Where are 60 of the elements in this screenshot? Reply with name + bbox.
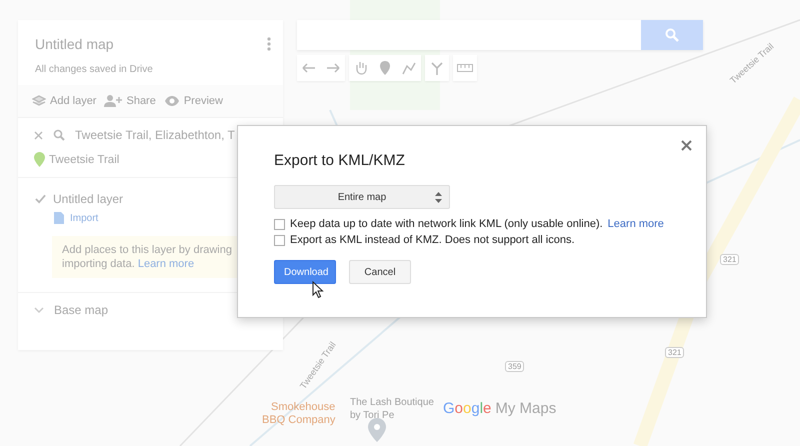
place-item[interactable]: Tweetsie Trail	[49, 154, 120, 166]
close-icon[interactable]	[34, 130, 43, 140]
search-icon	[53, 129, 65, 141]
hand-tool-button[interactable]	[349, 55, 373, 81]
redo-button[interactable]	[321, 55, 345, 81]
add-layer-button[interactable]: Add layer	[32, 95, 96, 107]
option-label: Export as KML instead of KMZ. Does not support all icons.	[290, 234, 575, 246]
search-icon	[665, 28, 679, 42]
layers-icon	[32, 95, 46, 107]
eye-icon	[164, 95, 180, 107]
place-label: Smokehouse	[271, 401, 336, 413]
ruler-icon	[457, 64, 473, 72]
add-person-icon	[104, 95, 122, 107]
draw-line-button[interactable]	[397, 55, 421, 81]
place-label: by Tori Pe	[350, 410, 394, 421]
dialog-title: Export to KML/KMZ	[274, 152, 405, 169]
save-status: All changes saved in Drive	[35, 64, 154, 75]
arrow-right-icon	[326, 63, 340, 73]
arrow-left-icon	[302, 63, 316, 73]
learn-more-link[interactable]: Learn more	[608, 218, 664, 230]
hint-text: Add places to this layer by drawing	[62, 244, 233, 256]
directions-button[interactable]	[425, 55, 449, 81]
sort-arrows-icon	[435, 192, 442, 203]
layer-name[interactable]: Untitled layer	[53, 192, 124, 206]
line-icon	[402, 61, 416, 75]
file-icon	[54, 212, 64, 224]
place-label: BBQ Company	[262, 414, 336, 426]
expand-icon[interactable]	[34, 305, 44, 315]
hint-text: importing data.	[62, 258, 135, 270]
search-field[interactable]	[297, 20, 641, 50]
hand-icon	[355, 61, 367, 75]
learn-more-link[interactable]: Learn more	[138, 258, 194, 270]
google-logo: Google	[443, 400, 492, 417]
ruler-button[interactable]	[453, 55, 477, 81]
option-checkbox[interactable]	[274, 218, 285, 230]
download-button[interactable]: Download	[274, 260, 336, 284]
search-query: Tweetsie Trail, Elizabethton, T	[75, 128, 235, 142]
option-checkbox[interactable]	[274, 234, 285, 246]
map-title[interactable]: Untitled map	[35, 36, 114, 52]
fork-icon	[431, 61, 443, 75]
search-button[interactable]	[641, 20, 703, 50]
share-button[interactable]: Share	[104, 95, 156, 107]
map-scope-dropdown[interactable]: Entire map	[274, 185, 450, 209]
layer-checkbox[interactable]	[34, 192, 47, 206]
more-options-icon[interactable]	[267, 37, 271, 51]
marker-icon	[380, 61, 390, 75]
base-map-label[interactable]: Base map	[54, 303, 108, 317]
option-label: Keep data up to date with network link KML (only usable online).	[290, 218, 603, 230]
preview-button[interactable]: Preview	[164, 95, 223, 107]
cursor-icon	[312, 281, 324, 299]
route-shield: 321	[665, 347, 684, 358]
close-icon[interactable]	[681, 140, 692, 151]
product-name: My Maps	[495, 400, 556, 417]
map-pin-icon	[368, 418, 386, 442]
place-label: The Lash Boutique	[350, 397, 434, 408]
route-shield: 321	[720, 254, 740, 265]
undo-button[interactable]	[297, 55, 321, 81]
map-pin-icon	[34, 152, 45, 167]
cancel-button[interactable]: Cancel	[349, 260, 411, 284]
route-shield: 359	[505, 361, 524, 372]
